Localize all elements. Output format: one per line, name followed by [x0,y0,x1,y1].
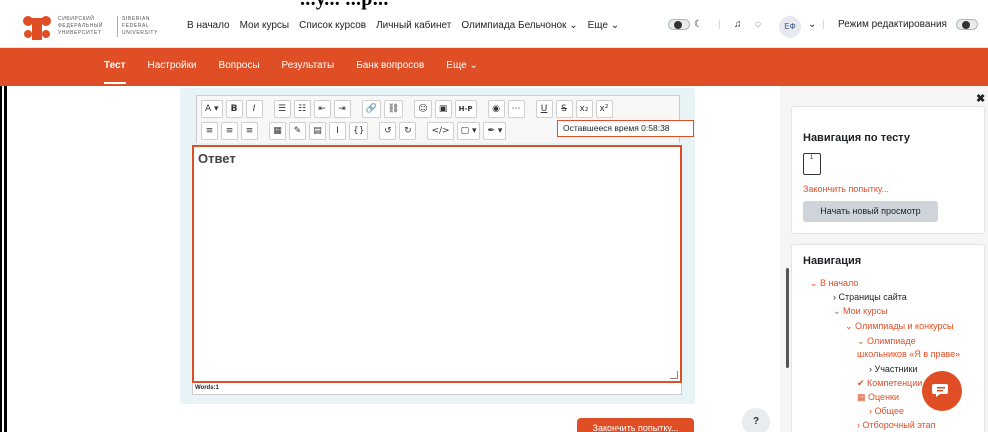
braces-button[interactable]: {} [349,122,369,140]
logo-line: СИБИРСКИЙ [58,16,95,22]
nav-link-my-courses[interactable]: Мои курсы [240,20,290,31]
toolbar-row-1: A ▾ B I ☰ ☷ ⇤ ⇥ 🔗 ⛓ ☺ ▣ H-P ◉ ⋯ U S x₂ x… [201,100,613,119]
edit-mode-label: Режим редактирования [838,19,947,30]
media-button[interactable]: ◉ [487,100,505,118]
strikethrough-button[interactable]: S [555,100,573,118]
bold-button[interactable]: B [225,100,243,118]
nav-link-olympiad[interactable]: Олимпиада Бельчонок ⌄ [461,20,577,31]
font-style-button[interactable]: A ▾ [201,100,223,118]
cropped-heading-text: ...у... ...р... [300,0,389,10]
tree-item-grades[interactable]: ▦ Оценки [857,392,899,403]
brush-button[interactable]: ✒ ▾ [483,122,507,140]
align-left-button[interactable]: ≡ [201,122,218,140]
secondary-nav: Тест Настройки Вопросы Результаты Банк в… [0,48,988,86]
chat-icon [932,384,948,397]
redo-button[interactable]: ↻ [399,122,417,140]
primary-nav: В начало Мои курсы Список курсов Личный … [187,20,619,31]
quiz-nav-title: Навигация по тесту [803,132,910,144]
tree-item-qualifying-stage[interactable]: › Отборочный этап [857,420,936,430]
moon-icon[interactable]: ☾ [694,19,703,30]
h5p-button[interactable]: H-P [454,100,477,118]
edit-mode-switch[interactable] [956,19,978,30]
nav-link-home[interactable]: В начало [187,20,230,31]
theme-toggle[interactable] [668,19,690,30]
bullet-list-button[interactable]: ☰ [273,100,291,118]
cursor-button[interactable]: Ⅰ [329,122,346,140]
logo-line: SIBERIAN [122,16,151,22]
logo-text-en: SIBERIAN FEDERAL UNIVERSITY [117,16,158,37]
question-1-button[interactable]: 1 [803,153,821,175]
tree-item-competencies[interactable]: ✔ Компетенции [857,378,922,389]
nav-link-course-list[interactable]: Список курсов [299,20,366,31]
equation-button[interactable]: ⋯ [507,100,525,118]
align-right-button[interactable]: ≡ [241,122,258,140]
resize-handle-icon[interactable] [670,371,678,379]
superscript-button[interactable]: x² [595,100,613,118]
word-count: Words:1 [192,383,682,395]
numbered-list-button[interactable]: ☷ [293,100,311,118]
logo-line: FEDERAL [122,23,150,29]
logo-line: УНИВЕРСИТЕТ [58,30,102,36]
chevron-down-icon[interactable]: ⌄ [808,19,816,30]
edit-mode-toggle[interactable] [956,19,978,30]
emoji-button[interactable]: ☺ [414,100,432,118]
undo-button[interactable]: ↺ [379,122,397,140]
tab-settings[interactable]: Настройки [148,60,197,84]
html-button[interactable]: </> [427,122,454,140]
finish-attempt-link[interactable]: Закончить попытку... [803,184,889,194]
bell-icon[interactable]: ♫ [734,19,742,30]
tab-results[interactable]: Результаты [282,60,335,84]
tab-more[interactable]: Еще ⌄ [446,60,478,84]
tree-item-home[interactable]: ⌄ В начало [810,278,858,289]
tree-item-participants[interactable]: › Участники [869,364,918,374]
chat-button[interactable] [922,371,962,411]
logo-line: UNIVERSITY [122,30,159,36]
answer-editor[interactable]: Ответ [192,145,682,383]
tab-question-bank[interactable]: Банк вопросов [356,60,424,84]
tree-item-olympiad-course[interactable]: ⌄ Олимпиаде [857,336,916,347]
unlink-button[interactable]: ⛓ [383,100,404,118]
grid-button[interactable]: ▤ [309,122,326,140]
tab-test[interactable]: Тест [104,60,126,84]
left-edge-gap [2,86,4,432]
tree-item-olympiads[interactable]: ⌄ Олимпиады и конкурсы [845,321,954,332]
nav-link-more[interactable]: Еще ⌄ [588,20,620,31]
nav-link-profile[interactable]: Личный кабинет [376,20,451,31]
help-button[interactable]: ? [742,408,770,432]
university-logo-icon[interactable] [22,14,52,42]
image-button[interactable]: ▣ [434,100,452,118]
screen-button[interactable]: ▢ ▾ [456,122,481,140]
tree-item-olympiad-course-line2[interactable]: школьников «Я в праве» [857,349,960,359]
tree-item-my-courses[interactable]: ⌄ Мои курсы [833,306,888,317]
logo-line: ФЕДЕРАЛЬНЫЙ [58,23,104,29]
drawer-scrollbar[interactable] [786,268,789,368]
avatar[interactable]: ЕФ [779,16,801,38]
divider: | [822,19,825,30]
toolbar-row-2: ≡ ≡ ≡ ▦ ✎ ▤ Ⅰ {} ↺ ↻ </> ▢ ▾ ✒ ▾ [201,122,507,141]
indent-button[interactable]: ⇥ [333,100,351,118]
tree-item-general[interactable]: › Общее [869,406,904,416]
link-button[interactable]: 🔗 [361,100,381,118]
italic-button[interactable]: I [245,100,263,118]
timer-tooltip: Оставшееся время 0:58:38 [557,120,694,137]
theme-toggle-switch[interactable] [668,19,690,30]
tab-questions[interactable]: Вопросы [219,60,260,84]
divider: | [718,19,721,30]
top-navbar: СИБИРСКИЙ ФЕДЕРАЛЬНЫЙ УНИВЕРСИТЕТ SIBERI… [0,10,988,48]
tree-item-site-pages[interactable]: › Страницы сайта [833,292,907,302]
logo-text-ru: СИБИРСКИЙ ФЕДЕРАЛЬНЫЙ УНИВЕРСИТЕТ [58,16,103,37]
subscript-button[interactable]: x₂ [575,100,593,118]
navigation-title: Навигация [803,255,862,267]
cropped-heading: ...у... ...р... [0,0,988,10]
underline-button[interactable]: U [535,100,553,118]
finish-attempt-button[interactable]: Закончить попытку... [577,418,694,432]
edit-button[interactable]: ✎ [289,122,306,140]
new-preview-button[interactable]: Начать новый просмотр [803,201,938,222]
editor-content[interactable]: Ответ [198,151,236,166]
chat-bubble-icon[interactable]: ◌ [755,19,761,30]
close-icon[interactable]: ✖ [976,92,985,105]
outdent-button[interactable]: ⇤ [313,100,331,118]
align-center-button[interactable]: ≡ [221,122,238,140]
table-button[interactable]: ▦ [269,122,286,140]
